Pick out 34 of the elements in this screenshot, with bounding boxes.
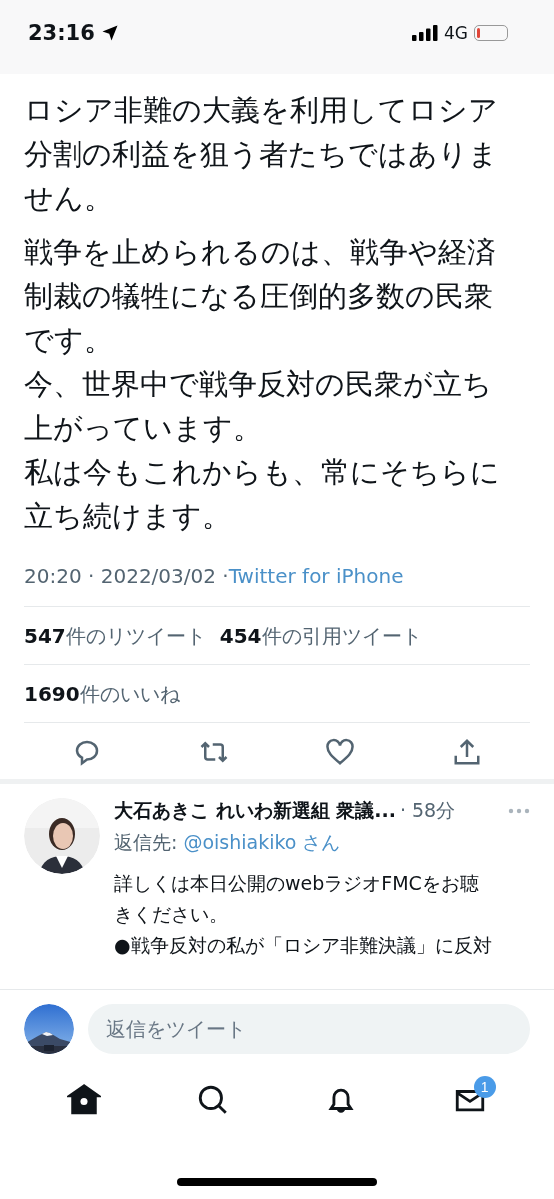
heart-icon[interactable] <box>325 737 356 767</box>
unread-badge: 1 <box>473 1076 496 1098</box>
tweet-text-line: せん。 <box>24 180 113 217</box>
tweet-text-line: 上がっています。 <box>24 410 262 447</box>
tweet-text-line: 今、世界中で戦争反対の民衆が立ち <box>24 366 492 403</box>
tweet-text-line: 戦争を止められるのは、戦争や経済 <box>24 234 496 271</box>
battery-icon <box>474 25 508 41</box>
reply-time: · 58分 <box>399 798 456 823</box>
tweet-text-line: 制裁の犠牲になる圧倒的多数の民衆 <box>24 278 493 315</box>
like-label[interactable]: 件のいいね <box>79 681 180 708</box>
reply-text-line: きください。 <box>114 902 229 927</box>
stat-count[interactable]: 454 <box>219 624 262 648</box>
location-arrow-icon <box>100 24 119 42</box>
tweet-text-line: ロシア非難の大義を利用してロシア <box>24 92 498 129</box>
status-time: 23:16 <box>28 21 95 45</box>
stat-label[interactable]: 件の引用ツイート <box>261 623 422 650</box>
stat-count[interactable]: 547 <box>24 624 66 648</box>
signal-icon <box>412 25 438 41</box>
reply-text-line: ●戦争反対の私が「ロシア非難決議」に反対 <box>114 933 493 958</box>
reply-text-line: 詳しくは本日公開のwebラジオFMCをお聴 <box>114 871 480 896</box>
author-name[interactable]: 大石あきこ れいわ新選組 衆議... <box>114 798 396 824</box>
handle-link[interactable]: @oishiakiko さん <box>183 831 341 853</box>
tweet-text-line: です。 <box>24 322 113 359</box>
home-icon <box>67 1083 102 1117</box>
tweet-text-line: 私は今もこれからも、常にそちらに <box>24 454 500 491</box>
reply-to-text: 返信先: @oishiakiko さん <box>114 830 342 855</box>
source-link[interactable]: Twitter for iPhone <box>228 564 404 588</box>
like-count[interactable]: 1690 <box>24 682 80 706</box>
tweet-timestamp: 20:20 · 2022/03/02 · <box>24 564 229 588</box>
network-label: 4G <box>444 23 468 43</box>
stat-label[interactable]: 件のリツイート <box>65 623 206 650</box>
reply-input[interactable]: 返信をツイート <box>88 1004 530 1054</box>
tweet-text-line: 立ち続けます。 <box>24 498 231 535</box>
tweet-text-line: 分割の利益を狙う者たちではありま <box>24 136 498 173</box>
